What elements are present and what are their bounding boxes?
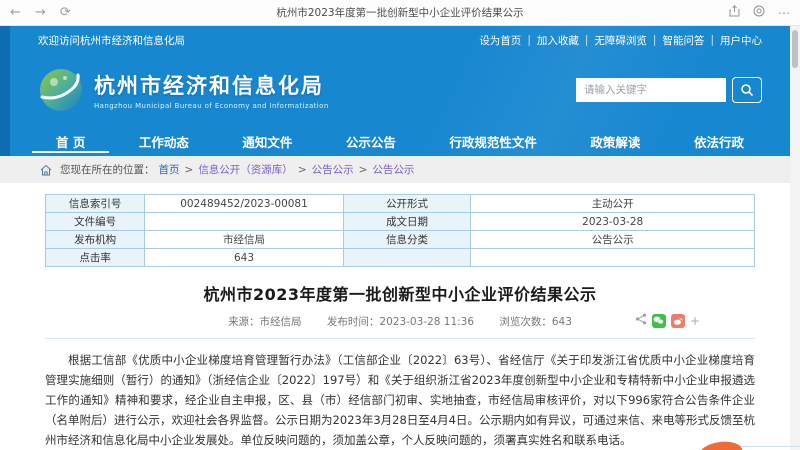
written-date-value: 2023-03-28 [470, 212, 755, 231]
floating-widget-edge [740, 446, 800, 447]
click-rate-label: 点击率 [44, 248, 146, 267]
table-row: 发布机构 市经信局 信息分类 公告公示 [44, 230, 755, 249]
site-name: 杭州市经济和信息化局 [94, 74, 324, 98]
link-separator: | [527, 34, 531, 46]
bureau-logo-icon [38, 67, 84, 113]
breadcrumb-separator: > [184, 163, 194, 176]
empty-value [470, 248, 755, 267]
page-scrollbar[interactable] [790, 26, 800, 450]
site-name-english: Hangzhou Municipal Bureau of Economy and… [94, 102, 329, 110]
breadcrumb-prefix: 您现在所在的位置： [60, 164, 155, 176]
open-form-label: 公开形式 [342, 194, 472, 213]
issuing-org-value: 市经信局 [144, 230, 344, 249]
welcome-text: 欢迎访问杭州市经济和信息化局 [38, 34, 185, 47]
nav-item-law-administration[interactable]: 依法行政 [688, 126, 750, 156]
table-row: 信息索引号 002489452/2023-00081 公开形式 主动公开 [44, 194, 755, 213]
search-button[interactable] [732, 77, 762, 103]
written-date-label: 成文日期 [342, 212, 472, 231]
article-publish-time: 发布时间：2023-03-28 11:36 [326, 316, 475, 328]
share-more-button[interactable]: + [690, 314, 700, 328]
issuing-org-label: 发布机构 [44, 230, 146, 249]
nav-item-policy-interpretation[interactable]: 政策解读 [584, 126, 646, 156]
breadcrumb-separator: > [358, 163, 368, 176]
breadcrumb-info-disclosure[interactable]: 信息公开（资源库） [198, 162, 293, 177]
browser-reload-icon[interactable]: ⟳ [60, 5, 71, 20]
browser-forward-icon[interactable]: → [35, 5, 46, 20]
share-nodes-icon[interactable] [635, 313, 647, 328]
click-rate-value: 643 [144, 248, 344, 267]
site-banner: 杭州市经济和信息化局 Hangzhou Municipal Bureau of … [10, 54, 790, 126]
link-add-favorite[interactable]: 加入收藏 [537, 33, 579, 48]
doc-number-value [144, 212, 344, 231]
link-accessibility[interactable]: 无障碍浏览 [594, 33, 647, 48]
document-info-table: 信息索引号 002489452/2023-00081 公开形式 主动公开 文件编… [44, 194, 755, 267]
home-icon[interactable] [40, 164, 52, 176]
browser-back-icon[interactable]: ← [10, 5, 21, 20]
table-row: 文件编号 成文日期 2023-03-28 [44, 212, 755, 231]
link-separator: | [652, 34, 657, 46]
page-content: 信息索引号 002489452/2023-00081 公开形式 主动公开 文件编… [0, 183, 800, 450]
site-header: 欢迎访问杭州市经济和信息化局 设为首页 | 加入收藏 | 无障碍浏览 | 智能问… [0, 26, 800, 156]
link-separator: | [710, 34, 714, 46]
browser-chrome: ← → ⟳ 杭州市2023年度第一批创新型中小企业评价结果公示 ⋯ [0, 0, 800, 26]
info-class-value: 公告公示 [470, 230, 755, 249]
main-navigation: 首 页 工作动态 通知文件 公示公告 行政规范性文件 政策解读 依法行政 [10, 126, 790, 156]
scrollbar-thumb[interactable] [792, 30, 798, 68]
open-form-value: 主动公开 [470, 194, 755, 213]
breadcrumb: 您现在所在的位置： 首页 > 信息公开（资源库） > 公告公示 > 公告公示 [0, 156, 800, 183]
breadcrumb-separator: > [297, 163, 307, 176]
nav-item-notices[interactable]: 通知文件 [236, 126, 298, 156]
nav-item-home[interactable]: 首 页 [31, 126, 110, 156]
info-class-label: 信息分类 [342, 230, 472, 249]
browser-tab-title: 杭州市2023年度第一批创新型中小企业评价结果公示 [276, 7, 524, 19]
search-input[interactable] [576, 78, 726, 102]
breadcrumb-announcements-2[interactable]: 公告公示 [372, 162, 414, 177]
breadcrumb-home[interactable]: 首页 [159, 162, 180, 177]
browser-more-icon[interactable]: ⋯ [778, 6, 790, 20]
link-smart-qa[interactable]: 智能问答 [662, 33, 704, 48]
nav-item-regulatory-docs[interactable]: 行政规范性文件 [443, 126, 543, 156]
article-source: 来源：市经信局 [228, 316, 302, 328]
article-views: 浏览次数：643 [499, 316, 572, 328]
article-paragraph: 根据工信部《优质中小企业梯度培育管理暂行办法》（工信部企业〔2022〕63号）、… [45, 353, 755, 447]
doc-number-label: 文件编号 [44, 212, 146, 231]
nav-item-work-news[interactable]: 工作动态 [133, 126, 195, 156]
link-set-homepage[interactable]: 设为首页 [479, 33, 521, 48]
browser-extension-badge-icon[interactable] [753, 5, 765, 20]
info-index-value: 002489452/2023-00081 [144, 194, 344, 213]
table-row: 点击率 643 [44, 248, 755, 267]
link-separator: | [584, 34, 589, 46]
article-title: 杭州市2023年度第一批创新型中小企业评价结果公示 [203, 285, 597, 304]
breadcrumb-announcements[interactable]: 公告公示 [312, 162, 354, 177]
info-index-label: 信息索引号 [44, 194, 146, 213]
article-body: 根据工信部《优质中小企业梯度培育管理暂行办法》（工信部企业〔2022〕63号）、… [45, 350, 755, 450]
welcome-bar: 欢迎访问杭州市经济和信息化局 设为首页 | 加入收藏 | 无障碍浏览 | 智能问… [10, 26, 790, 54]
link-user-center[interactable]: 用户中心 [720, 33, 762, 48]
article-meta: 来源：市经信局 发布时间：2023-03-28 11:36 浏览次数：643 + [45, 313, 755, 339]
browser-share-icon[interactable] [729, 5, 740, 20]
share-weibo-icon[interactable] [670, 313, 685, 328]
nav-item-announcements[interactable]: 公示公告 [340, 126, 402, 156]
empty-label [342, 248, 472, 267]
share-wechat-icon[interactable] [651, 313, 666, 328]
